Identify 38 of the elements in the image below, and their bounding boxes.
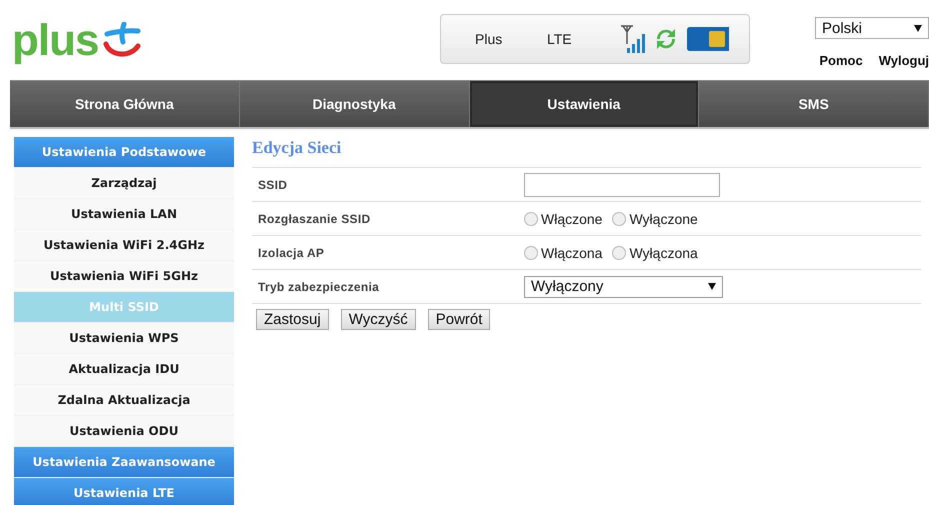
dropdown-arrow-icon <box>914 24 922 32</box>
sidebar-item[interactable]: Ustawienia LAN <box>14 199 234 230</box>
field-label: Tryb zabezpieczenia <box>257 280 380 294</box>
sidebar-item[interactable]: Zdalna Aktualizacja <box>14 385 234 416</box>
header-link[interactable]: Wyloguj <box>878 53 929 68</box>
header-link[interactable]: Pomoc <box>819 53 863 68</box>
sidebar-item[interactable]: Zarządzaj <box>14 168 234 199</box>
security-mode-select[interactable]: Wyłączony <box>524 276 723 298</box>
field-label: Izolacja AP <box>257 246 326 260</box>
dropdown-arrow-icon <box>708 283 716 290</box>
radio-button[interactable] <box>524 246 538 260</box>
radio-label: Wyłączona <box>629 244 698 260</box>
form-button[interactable]: Wyczyść <box>340 309 416 330</box>
language-select[interactable]: Polski <box>815 17 929 39</box>
radio-button[interactable] <box>612 212 626 226</box>
sidebar-item[interactable]: Ustawienia WPS <box>14 323 234 354</box>
network-type: LTE <box>547 31 573 47</box>
radio-button[interactable] <box>524 212 538 226</box>
operator-name: Plus <box>475 31 504 47</box>
nav-tab[interactable]: Ustawienia <box>470 81 700 127</box>
sidebar-item[interactable]: Ustawienia WiFi 5GHz <box>14 261 234 292</box>
sim-card-icon <box>687 27 729 51</box>
ssid-input-field[interactable] <box>524 172 720 196</box>
nav-tab[interactable]: SMS <box>699 81 929 127</box>
field-label: SSID <box>257 178 288 192</box>
sidebar-item[interactable]: Ustawienia WiFi 2.4GHz <box>14 230 234 261</box>
radio-label: Wyłączone <box>629 210 698 226</box>
sidebar-item[interactable]: Ustawienia ODU <box>14 416 234 447</box>
radio-button[interactable] <box>612 246 626 260</box>
form-button[interactable]: Powrót <box>428 309 490 330</box>
field-label: Rozgłaszanie SSID <box>257 212 372 226</box>
radio-label: Włączone <box>541 210 602 226</box>
radio-label: Włączona <box>541 244 602 260</box>
form-button[interactable]: Zastosuj <box>256 309 329 330</box>
logo-text: plus <box>12 18 98 64</box>
section-title: Edycja Sieci <box>252 137 342 159</box>
sidebar-item[interactable]: Aktualizacja IDU <box>14 354 234 385</box>
nav-tab[interactable]: Strona Główna <box>10 81 240 127</box>
